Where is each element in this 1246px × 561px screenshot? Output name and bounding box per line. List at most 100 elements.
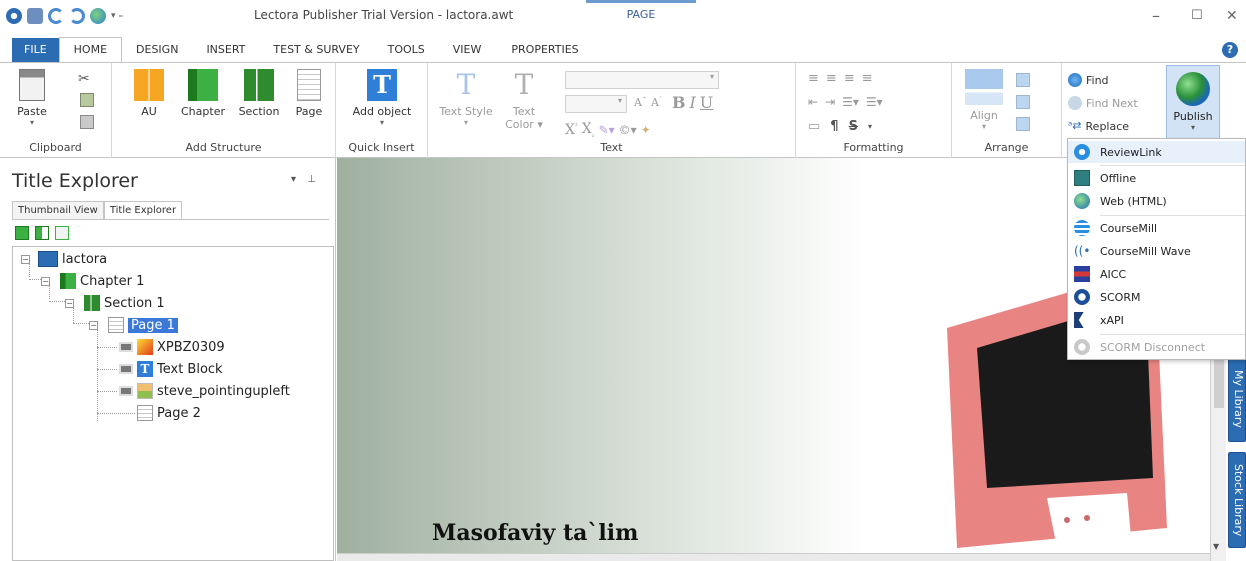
tree-item-title[interactable]: − lactora: [21, 251, 107, 267]
panel-menu-icon[interactable]: ▾: [291, 174, 296, 185]
canvas-heading[interactable]: Masofaviy ta`lim: [432, 520, 638, 546]
group-objects-icon[interactable]: [1016, 117, 1030, 131]
numbered-list-icon[interactable]: ☰▾: [866, 95, 883, 109]
add-chapter-icon[interactable]: [15, 226, 29, 240]
app-logo-icon[interactable]: [6, 8, 22, 24]
font-size-select[interactable]: ▾: [565, 95, 627, 113]
tab-test-survey[interactable]: TEST & SURVEY: [259, 38, 373, 62]
maximize-icon[interactable]: ☐: [1191, 8, 1203, 23]
tree-item-text-block[interactable]: T Text Block: [119, 361, 223, 377]
clear-format-icon[interactable]: ✦: [641, 123, 651, 137]
minimize-icon[interactable]: –: [1152, 6, 1160, 25]
tree-item-image[interactable]: XPBZ0309: [119, 339, 225, 355]
menu-item-aicc[interactable]: AICC: [1068, 263, 1245, 285]
collapse-icon[interactable]: −: [21, 254, 30, 264]
stock-library-tab[interactable]: Stock Library: [1228, 452, 1246, 548]
section-icon: [84, 295, 100, 311]
font-name-select[interactable]: ▾: [565, 71, 719, 89]
tree-item-chapter[interactable]: − Chapter 1: [41, 273, 144, 289]
visibility-toggle-icon[interactable]: [119, 386, 133, 396]
title-tree: − lactora − Chapter 1 − Section 1 − Page…: [12, 246, 334, 561]
collapse-icon[interactable]: −: [65, 298, 74, 308]
add-page-icon[interactable]: [55, 226, 69, 240]
my-library-tab[interactable]: My Library: [1228, 356, 1246, 442]
tab-tools[interactable]: TOOLS: [374, 38, 439, 62]
preview-globe-icon[interactable]: [90, 8, 106, 24]
panel-controls: ▾ ⊥: [291, 174, 316, 185]
tab-file[interactable]: FILE: [12, 38, 59, 62]
paragraph-icon[interactable]: ¶: [830, 119, 838, 134]
justify-icon[interactable]: ≡: [862, 71, 873, 86]
copy-icon[interactable]: [80, 93, 94, 107]
superscript-icon[interactable]: X²: [565, 122, 578, 138]
undo-icon[interactable]: [48, 8, 64, 24]
menu-item-coursemill[interactable]: CourseMill: [1068, 217, 1245, 239]
section-button[interactable]: Section: [234, 69, 284, 118]
chapter-button[interactable]: Chapter: [178, 69, 228, 118]
collapse-icon[interactable]: −: [89, 320, 98, 330]
highlight-icon[interactable]: ✎▾: [599, 123, 615, 137]
copyright-icon[interactable]: ©▾: [619, 123, 637, 137]
tab-insert[interactable]: INSERT: [192, 38, 259, 62]
align-center-icon[interactable]: ≡: [826, 71, 837, 86]
subscript-icon[interactable]: X₂: [582, 121, 595, 139]
align-button[interactable]: Align ▾: [960, 69, 1008, 131]
spacing-icon[interactable]: ▭: [808, 119, 820, 134]
cut-icon[interactable]: ✂: [78, 71, 90, 87]
tree-item-page-selected[interactable]: − Page 1: [89, 317, 178, 333]
menu-item-coursemill-wave[interactable]: ((• CourseMill Wave: [1068, 240, 1245, 262]
qat-dropdown-icon[interactable]: ▾ ₌: [111, 11, 123, 21]
page-button[interactable]: Page: [292, 69, 326, 118]
help-icon[interactable]: ?: [1222, 42, 1238, 58]
tab-design[interactable]: DESIGN: [122, 38, 192, 62]
horizontal-scrollbar[interactable]: [337, 553, 1216, 561]
bullet-list-icon[interactable]: ☰▾: [842, 95, 859, 109]
format-painter-icon[interactable]: [80, 115, 94, 129]
send-backward-icon[interactable]: [1016, 95, 1030, 109]
collapse-icon[interactable]: −: [41, 276, 50, 286]
title-bar: ▾ ₌ Lectora Publisher Trial Version - la…: [0, 0, 1246, 38]
shrink-font-icon[interactable]: Aˇ: [651, 96, 662, 109]
find-next-button[interactable]: Find Next: [1068, 96, 1138, 110]
replace-button[interactable]: ᵃ⇄ Replace: [1068, 119, 1129, 133]
text-style-button[interactable]: T Text Style ▾: [438, 69, 494, 128]
save-icon[interactable]: [27, 8, 43, 24]
redo-icon[interactable]: [69, 8, 85, 24]
tree-item-page[interactable]: Page 2: [137, 405, 201, 421]
scroll-thumb[interactable]: [1214, 358, 1224, 408]
indent-icon[interactable]: ⇥: [825, 95, 835, 109]
paste-button[interactable]: Paste ▾: [14, 69, 50, 127]
outdent-icon[interactable]: ⇤: [808, 95, 818, 109]
scroll-down-icon[interactable]: ▼: [1213, 542, 1219, 551]
tab-title-explorer[interactable]: Title Explorer: [103, 201, 183, 220]
tab-properties[interactable]: PROPERTIES: [495, 38, 594, 62]
menu-item-offline[interactable]: Offline: [1068, 167, 1245, 189]
pin-icon[interactable]: ⊥: [307, 174, 316, 185]
visibility-toggle-icon[interactable]: [119, 342, 133, 352]
tree-item-character[interactable]: steve_pointingupleft: [119, 383, 290, 399]
strikethrough-icon[interactable]: S: [849, 119, 858, 134]
align-left-icon[interactable]: ≡: [808, 71, 819, 86]
tab-thumbnail-view[interactable]: Thumbnail View: [12, 201, 104, 220]
publish-button[interactable]: Publish ▾: [1166, 65, 1220, 139]
menu-item-reviewlink[interactable]: ReviewLink: [1068, 141, 1245, 163]
find-button[interactable]: Find: [1068, 73, 1109, 87]
au-button[interactable]: AU: [132, 69, 166, 118]
menu-item-web-html[interactable]: Web (HTML): [1068, 190, 1245, 212]
underline-icon[interactable]: U: [700, 93, 713, 112]
bold-icon[interactable]: B: [672, 93, 686, 112]
tab-view[interactable]: VIEW: [439, 38, 496, 62]
align-right-icon[interactable]: ≡: [844, 71, 855, 86]
grow-font-icon[interactable]: A^: [634, 96, 647, 109]
italic-icon[interactable]: I: [689, 93, 695, 112]
bring-forward-icon[interactable]: [1016, 73, 1030, 87]
add-section-icon[interactable]: [35, 226, 49, 240]
tab-home[interactable]: HOME: [58, 37, 123, 62]
close-icon[interactable]: ✕: [1226, 8, 1238, 24]
menu-item-scorm[interactable]: SCORM: [1068, 286, 1245, 308]
menu-item-xapi[interactable]: xAPI: [1068, 309, 1245, 331]
visibility-toggle-icon[interactable]: [119, 364, 133, 374]
text-color-button[interactable]: T Text Color ▾: [504, 69, 544, 132]
add-object-button[interactable]: T Add object ▾: [342, 69, 422, 127]
tree-item-section[interactable]: − Section 1: [65, 295, 165, 311]
